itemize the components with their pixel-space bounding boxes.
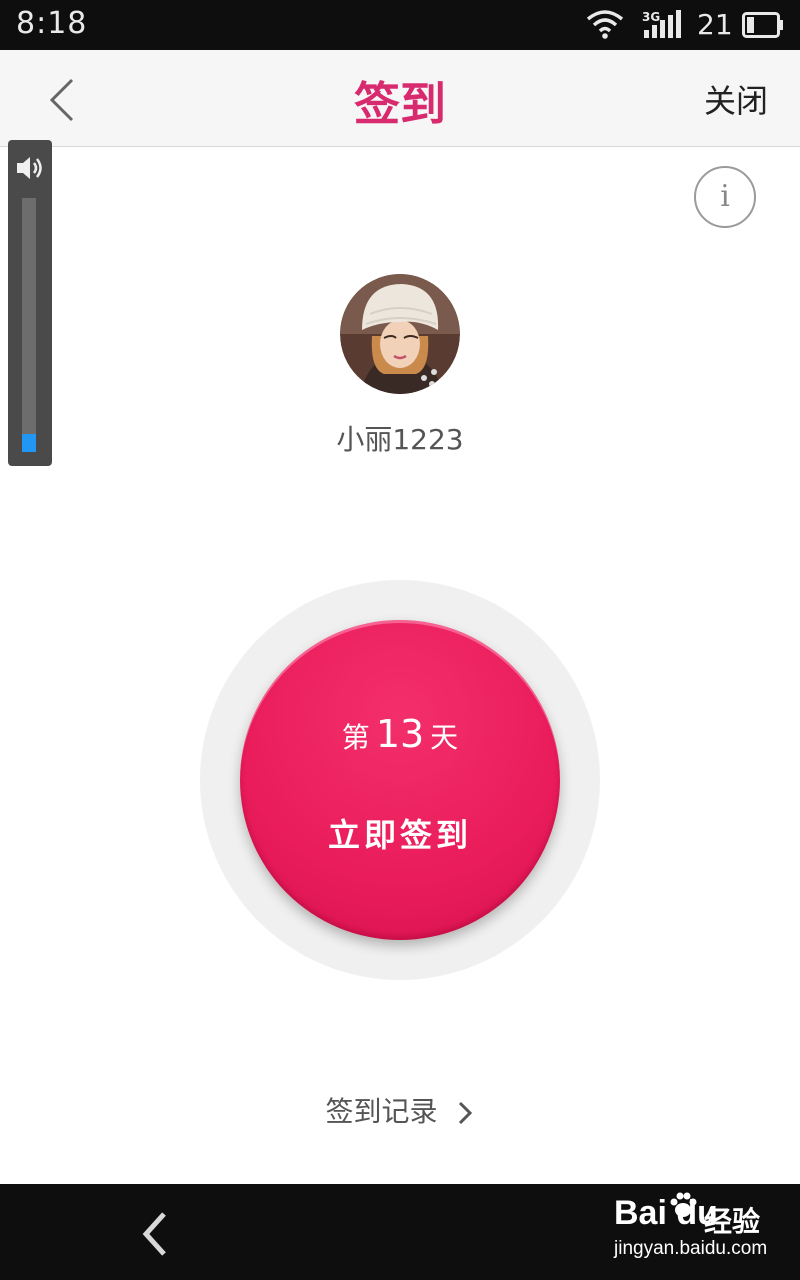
- back-arrow-icon: [142, 1212, 166, 1256]
- checkin-button-label: 立即签到: [327, 816, 472, 854]
- jingyan-label: 经验: [704, 1205, 761, 1238]
- avatar[interactable]: [340, 274, 460, 394]
- nav-back-button[interactable]: [136, 1210, 176, 1258]
- baidu-logo: Bai du: [614, 1194, 718, 1232]
- checkin-records-label: 签到记录: [325, 1095, 438, 1128]
- username: 小丽1223: [336, 423, 464, 456]
- app-header: 签到 关闭: [0, 50, 800, 147]
- battery-percent: 21: [697, 8, 733, 41]
- chevron-right-icon: [459, 1101, 473, 1125]
- speaker-icon: [17, 157, 42, 179]
- baidu-jingyan-watermark: Bai du 经验 jingyan.baidu.com: [612, 1190, 792, 1270]
- status-bar: 8:18 3G 21: [0, 0, 800, 50]
- page-title: 签到: [354, 77, 446, 131]
- battery-icon: [742, 12, 783, 38]
- checkin-button[interactable]: 第 13 天 立即签到: [240, 620, 560, 940]
- volume-slider[interactable]: [22, 198, 36, 452]
- system-nav-bar: Bai du 经验 jingyan.baidu.com: [0, 1184, 800, 1280]
- status-time: 8:18: [16, 6, 88, 41]
- streak-day-prefix: 第: [341, 721, 370, 754]
- paw-icon: [670, 1192, 697, 1217]
- signal-icon: [644, 10, 681, 38]
- streak-day-count: 第 13 天: [240, 712, 560, 756]
- streak-day-suffix: 天: [430, 721, 459, 754]
- streak-day-number: 13: [375, 712, 425, 756]
- checkin-records-link[interactable]: 签到记录: [0, 1090, 800, 1130]
- watermark-url: jingyan.baidu.com: [614, 1238, 768, 1259]
- wifi-icon: [586, 10, 624, 39]
- info-button[interactable]: i: [694, 166, 756, 228]
- close-button[interactable]: 关闭: [704, 76, 768, 122]
